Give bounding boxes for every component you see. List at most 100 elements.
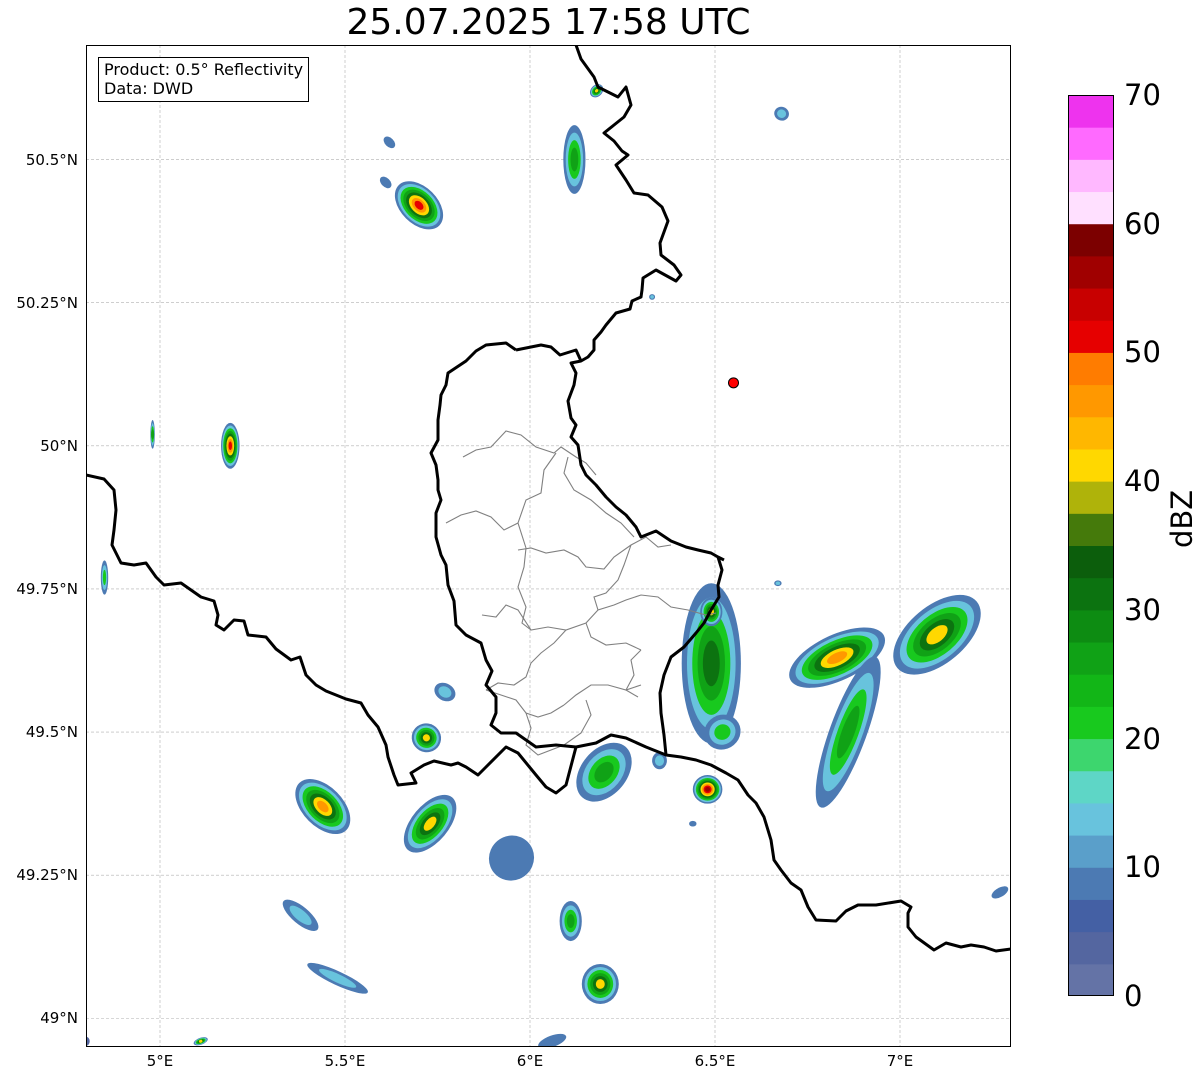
radar-echo-cell — [295, 779, 351, 835]
colorbar-segment — [1068, 95, 1114, 128]
colorbar-segment — [1068, 352, 1114, 386]
colorbar-segment — [1068, 223, 1114, 257]
map-frame-border — [86, 45, 1011, 1047]
colorbar-segment — [1068, 255, 1114, 289]
radar-site-marker[interactable] — [728, 377, 739, 389]
radar-echo-cell — [563, 125, 586, 194]
x-tick-label: 6.5°E — [694, 1052, 736, 1070]
radar-echo-cell — [559, 900, 582, 942]
radar-echo-cell — [434, 682, 456, 702]
x-tick-label: 5°E — [146, 1052, 174, 1070]
map-area[interactable] — [86, 45, 1011, 1047]
radar-echo-layer — [86, 84, 1009, 1047]
colorbar-segment — [1068, 899, 1114, 933]
colorbar-tick-label: 30 — [1124, 592, 1161, 627]
y-tick-label: 49.5°N — [25, 723, 78, 742]
colorbar-segment — [1068, 835, 1114, 868]
colorbar-tick-label: 70 — [1124, 78, 1161, 112]
radar-echo-cell — [307, 962, 368, 994]
echo-level — [991, 886, 1009, 899]
radar-echo-cell — [150, 420, 155, 449]
colorbar-tick-label: 50 — [1124, 335, 1161, 370]
product-info-box: Product: 0.5° Reflectivity Data: DWD — [98, 57, 310, 102]
colorbar-segment — [1068, 448, 1114, 482]
radar-echo-cell — [403, 794, 457, 853]
radar-echo-cell — [394, 181, 444, 230]
colorbar-label: dBZ — [1165, 489, 1199, 548]
echo-level — [379, 176, 392, 189]
colorbar-segment — [1068, 642, 1114, 675]
map-gridlines — [86, 45, 1011, 1047]
echo-level — [538, 1033, 567, 1047]
echo-level — [654, 755, 665, 766]
colorbar-segment — [1068, 706, 1114, 740]
radar-echo-cell — [383, 136, 396, 149]
echo-level — [595, 979, 605, 989]
y-tick-label: 50°N — [40, 436, 78, 455]
echo-level — [151, 429, 155, 440]
radar-echo-cell — [100, 560, 109, 595]
map-title: 25.07.2025 17:58 UTC — [346, 2, 751, 43]
radar-echo-cell — [774, 580, 782, 587]
colorbar-segment — [1068, 609, 1114, 643]
radar-echo-cell — [692, 775, 723, 804]
colorbar-segment — [1068, 481, 1114, 514]
colorbar-tick-label: 0 — [1124, 979, 1143, 1013]
radar-echo-cell — [991, 886, 1009, 899]
echo-level — [702, 640, 720, 687]
y-tick-label: 50.25°N — [16, 293, 78, 312]
radar-echo-cell — [379, 176, 392, 189]
colorbar-segment — [1068, 191, 1114, 225]
colorbar-tick-label: 10 — [1124, 850, 1161, 885]
colorbar-segment — [1068, 384, 1114, 418]
y-tick-label: 49°N — [40, 1009, 78, 1028]
echo-level — [650, 295, 654, 299]
radar-echo-cell — [649, 294, 656, 300]
colorbar-segment — [1068, 931, 1114, 965]
colorbar-tick-label: 20 — [1124, 721, 1161, 756]
echo-level — [102, 569, 107, 586]
colorbar-segment — [1068, 320, 1114, 353]
x-tick-label: 6°E — [516, 1052, 544, 1070]
radar-echo-cell — [193, 1037, 208, 1046]
radar-echo-cell — [893, 594, 981, 675]
colorbar-segment — [1068, 802, 1114, 836]
colorbar-tick-label: 60 — [1124, 206, 1161, 241]
echo-level — [570, 147, 579, 172]
colorbar-tick-label: 40 — [1124, 464, 1161, 499]
radar-echo-cell — [411, 723, 442, 753]
radar-echo-cell — [689, 820, 697, 827]
colorbar-segment — [1068, 545, 1114, 579]
radar-echo-cell — [221, 422, 240, 469]
echo-level — [228, 441, 233, 451]
product-label: Product: 0.5° Reflectivity — [104, 60, 304, 79]
district-boundaries — [445, 430, 717, 756]
data-source-label: Data: DWD — [104, 79, 194, 98]
colorbar-segment — [1068, 770, 1114, 804]
colorbar — [1068, 95, 1114, 996]
y-tick-label: 50.5°N — [25, 150, 78, 169]
echo-level — [488, 835, 535, 881]
echo-level — [383, 136, 396, 149]
radar-site-layer — [728, 377, 739, 389]
y-tick-label: 49.25°N — [16, 866, 78, 885]
country-borders — [86, 45, 1011, 953]
echo-level — [566, 914, 575, 929]
colorbar-segment — [1068, 513, 1114, 546]
y-tick-label: 49.75°N — [16, 579, 78, 598]
radar-echo-cell — [538, 1033, 567, 1047]
x-tick-label: 5.5°E — [324, 1052, 366, 1070]
radar-map[interactable] — [86, 45, 1011, 1047]
radar-echo-cell — [581, 963, 619, 1005]
colorbar-segment — [1068, 963, 1114, 996]
echo-level — [775, 581, 781, 585]
echo-level — [705, 786, 711, 792]
colorbar-segment — [1068, 577, 1114, 611]
radar-echo-cell — [488, 835, 535, 881]
colorbar-segment — [1068, 127, 1114, 160]
colorbar-segment — [1068, 674, 1114, 707]
radar-echo-cell — [774, 106, 789, 121]
colorbar-segment — [1068, 867, 1114, 900]
echo-level — [689, 820, 697, 827]
colorbar-segment — [1068, 288, 1114, 321]
